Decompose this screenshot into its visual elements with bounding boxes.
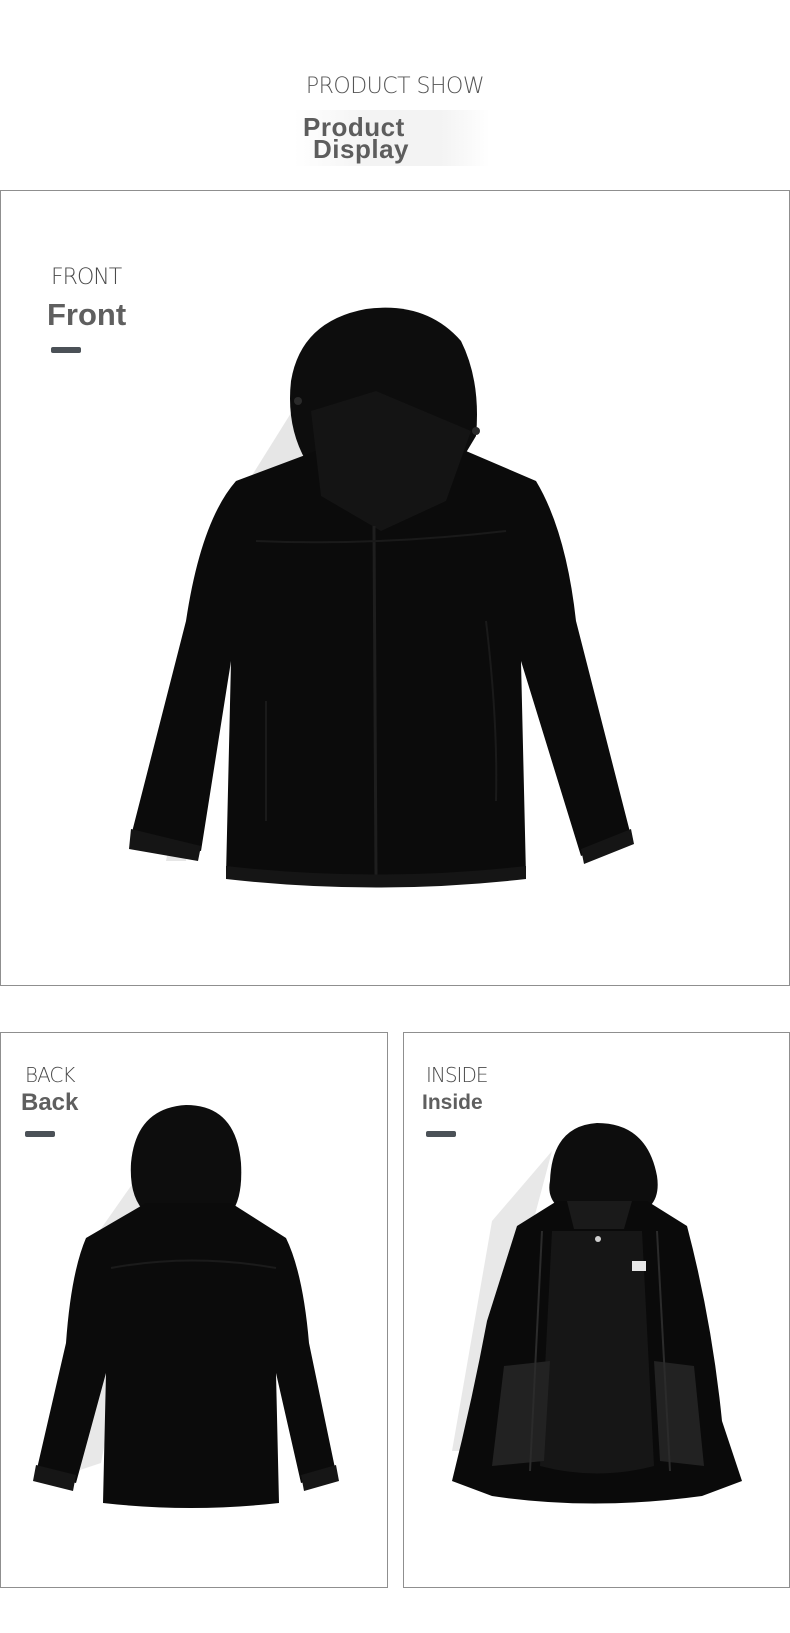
front-label: Front: [47, 297, 127, 332]
jacket-back-image: [31, 1103, 351, 1543]
back-view-panel: BACK Back: [0, 1032, 388, 1588]
inside-view-panel: INSIDE Inside: [403, 1032, 790, 1588]
front-label-en: FRONT: [51, 265, 122, 290]
back-label-en: BACK: [25, 1063, 76, 1087]
front-label-underline: [51, 347, 81, 353]
inside-label: Inside: [422, 1091, 483, 1114]
front-view-panel: FRONT Front: [0, 190, 790, 986]
inside-label-en: INSIDE: [426, 1063, 488, 1087]
section-header: PRODUCT SHOW Product Display: [0, 0, 790, 190]
section-title-line2: Display: [313, 134, 409, 164]
jacket-front-image: [126, 301, 646, 901]
section-title-en: PRODUCT SHOW: [305, 74, 485, 99]
jacket-inside-image: [432, 1121, 762, 1521]
